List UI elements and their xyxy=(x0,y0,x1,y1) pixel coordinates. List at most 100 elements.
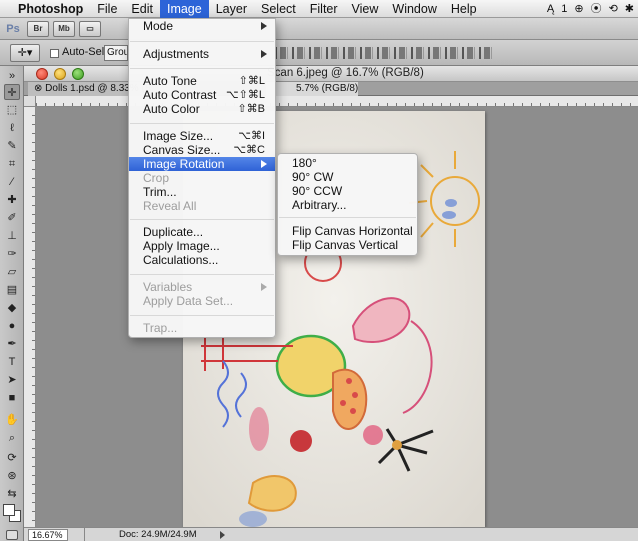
pen-tool-icon[interactable]: ✒ xyxy=(4,336,20,352)
3d-orbit-tool-icon[interactable]: ⊛ xyxy=(4,468,20,484)
align-middle-icon[interactable] xyxy=(292,47,305,59)
arrange-documents-button[interactable]: ▭ xyxy=(79,20,101,37)
bridge-button[interactable]: Br xyxy=(27,20,49,37)
menu-item-flip-horizontal[interactable]: Flip Canvas Horizontal xyxy=(278,224,417,238)
menu-item-image-rotation[interactable]: Image Rotation xyxy=(129,157,275,171)
menu-item-image-size[interactable]: Image Size... ⌥⌘I xyxy=(129,129,275,143)
menu-item-crop[interactable]: Crop xyxy=(129,171,275,185)
shape-tool-icon[interactable]: ■ xyxy=(4,390,20,406)
menu-item-rotate-90-cw[interactable]: 90° CW xyxy=(278,170,417,184)
zoom-level-field[interactable]: 16.67% xyxy=(28,529,68,541)
menu-layer[interactable]: Layer xyxy=(209,0,254,18)
document-window-titlebar[interactable]: Scan 6.jpeg @ 16.7% (RGB/8) xyxy=(24,66,638,82)
dodge-tool-icon[interactable]: ● xyxy=(4,318,20,334)
menu-shortcut: ⌥⌘C xyxy=(233,144,265,156)
time-machine-icon[interactable]: ⟲ xyxy=(609,0,618,18)
quick-mask-icon[interactable] xyxy=(6,530,18,540)
distribute-right-icon[interactable] xyxy=(462,47,475,59)
menu-item-trim[interactable]: Trim... xyxy=(129,185,275,199)
menu-bar: Photoshop File Edit Image Layer Select F… xyxy=(0,0,638,18)
distribute-bottom-icon[interactable] xyxy=(411,47,424,59)
auto-select-checkbox[interactable] xyxy=(50,49,59,58)
auto-select-dropdown[interactable]: Group xyxy=(104,45,128,61)
menu-item-reveal-all[interactable]: Reveal All xyxy=(129,199,275,213)
bluetooth-icon[interactable]: ✱ xyxy=(625,0,634,18)
brush-tool-icon[interactable]: ✐ xyxy=(4,210,20,226)
distribute-middle-icon[interactable] xyxy=(394,47,407,59)
align-right-icon[interactable] xyxy=(360,47,373,59)
document-tab-bar: ⊗ Dolls 1.psd @ 8.33% (R 5.7% (RGB/8) xyxy=(24,82,638,96)
menu-item-rotate-90-ccw[interactable]: 90° CCW xyxy=(278,184,417,198)
menu-file[interactable]: File xyxy=(90,0,124,18)
menu-item-auto-color[interactable]: Auto Color ⇧⌘B xyxy=(129,102,275,116)
panel-collapse-icon[interactable]: » xyxy=(4,68,20,84)
sync-icon[interactable]: ⊕ xyxy=(574,0,583,18)
menu-item-auto-tone[interactable]: Auto Tone ⇧⌘L xyxy=(129,74,275,88)
align-center-icon[interactable] xyxy=(343,47,356,59)
menu-item-flip-vertical[interactable]: Flip Canvas Vertical xyxy=(278,238,417,252)
eraser-tool-icon[interactable]: ▱ xyxy=(4,264,20,280)
3d-rotate-tool-icon[interactable]: ⟳ xyxy=(4,450,20,466)
zoom-window-button[interactable] xyxy=(72,68,84,80)
apple-menu[interactable] xyxy=(0,0,14,18)
status-menu-arrow-icon[interactable] xyxy=(220,531,225,539)
auto-align-icon[interactable] xyxy=(479,47,492,59)
menu-item-apply-image[interactable]: Apply Image... xyxy=(129,239,275,253)
menu-filter[interactable]: Filter xyxy=(303,0,345,18)
align-left-icon[interactable] xyxy=(326,47,339,59)
vertical-ruler[interactable] xyxy=(24,107,36,527)
horizontal-ruler[interactable] xyxy=(36,96,638,107)
history-brush-tool-icon[interactable]: ✑ xyxy=(4,246,20,262)
menu-help[interactable]: Help xyxy=(444,0,484,18)
move-tool-icon[interactable]: ✛ xyxy=(4,84,20,100)
healing-brush-tool-icon[interactable]: ✚ xyxy=(4,192,20,208)
distribute-center-icon[interactable] xyxy=(445,47,458,59)
close-window-button[interactable] xyxy=(36,68,48,80)
minimize-window-button[interactable] xyxy=(54,68,66,80)
marquee-tool-icon[interactable]: ⬚ xyxy=(4,102,20,118)
menu-item-trap[interactable]: Trap... xyxy=(129,321,275,335)
align-bottom-icon[interactable] xyxy=(309,47,322,59)
mini-bridge-button[interactable]: Mb xyxy=(53,20,75,37)
gradient-tool-icon[interactable]: ▤ xyxy=(4,282,20,298)
path-selection-tool-icon[interactable]: ➤ xyxy=(4,372,20,388)
menu-item-rotate-180[interactable]: 180° xyxy=(278,156,417,170)
adobe-icon[interactable]: Ą xyxy=(547,0,554,18)
hand-tool-icon[interactable]: ✋ xyxy=(4,412,20,428)
menu-item-apply-data-set[interactable]: Apply Data Set... xyxy=(129,294,275,308)
crop-tool-icon[interactable]: ⌗ xyxy=(4,156,20,172)
menu-item-auto-contrast[interactable]: Auto Contrast ⌥⇧⌘L xyxy=(129,88,275,102)
close-tab-icon[interactable]: ⊗ xyxy=(34,83,45,94)
menu-image[interactable]: Image xyxy=(159,0,209,18)
ruler-origin[interactable] xyxy=(24,96,36,107)
record-icon[interactable]: ⦿ xyxy=(591,0,602,18)
zoom-tool-icon[interactable]: ⌕ xyxy=(4,430,20,446)
blur-tool-icon[interactable]: ◆ xyxy=(4,300,20,316)
menu-item-duplicate[interactable]: Duplicate... xyxy=(129,225,275,239)
menu-shortcut: ⇧⌘B xyxy=(237,103,265,115)
menu-edit[interactable]: Edit xyxy=(124,0,160,18)
menu-item-label: Calculations... xyxy=(143,253,219,267)
menu-item-variables[interactable]: Variables xyxy=(129,280,275,294)
menu-item-mode[interactable]: Mode xyxy=(129,19,275,33)
menu-window[interactable]: Window xyxy=(385,0,443,18)
menu-view[interactable]: View xyxy=(345,0,386,18)
menu-item-canvas-size[interactable]: Canvas Size... ⌥⌘C xyxy=(129,143,275,157)
eyedropper-tool-icon[interactable]: ⁄ xyxy=(4,174,20,190)
lasso-tool-icon[interactable]: ℓ xyxy=(4,120,20,136)
move-icon[interactable]: ✛▾ xyxy=(10,44,40,62)
align-top-icon[interactable] xyxy=(275,47,288,59)
foreground-color-swatch[interactable] xyxy=(3,504,15,516)
clone-stamp-tool-icon[interactable]: ⊥ xyxy=(4,228,20,244)
menu-select[interactable]: Select xyxy=(254,0,303,18)
menu-item-adjustments[interactable]: Adjustments xyxy=(129,47,275,61)
distribute-top-icon[interactable] xyxy=(377,47,390,59)
quick-selection-tool-icon[interactable]: ✎ xyxy=(4,138,20,154)
swap-colors-icon[interactable]: ⇆ xyxy=(4,486,20,502)
menu-photoshop[interactable]: Photoshop xyxy=(14,0,90,18)
type-tool-icon[interactable]: T xyxy=(4,354,20,370)
distribute-left-icon[interactable] xyxy=(428,47,441,59)
tab-scan[interactable]: 5.7% (RGB/8) xyxy=(266,82,358,96)
menu-item-calculations[interactable]: Calculations... xyxy=(129,253,275,267)
menu-item-rotate-arbitrary[interactable]: Arbitrary... xyxy=(278,198,417,212)
